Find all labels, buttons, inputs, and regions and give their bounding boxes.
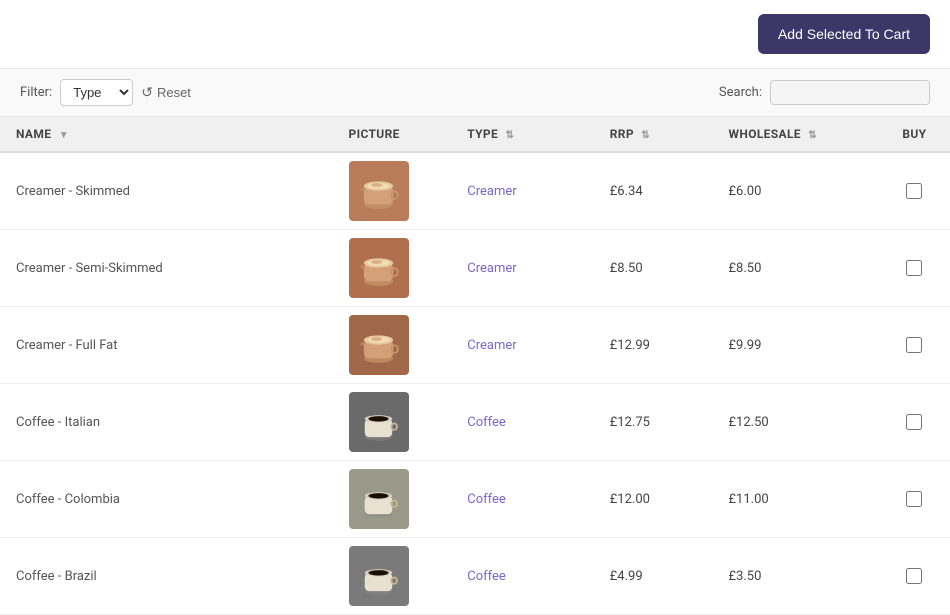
search-label: Search: [719,85,762,100]
table-row: Coffee - Italian Coffee £12.75 £12.50 [0,384,950,461]
product-image [349,469,409,529]
product-rrp: £8.50 [610,261,643,276]
sort-name-icon: ▼ [59,130,69,141]
product-name: Creamer - Full Fat [16,338,118,353]
buy-checkbox[interactable] [906,337,922,353]
table-row: Creamer - Semi-Skimmed Creamer £8.50 £8.50 [0,230,950,307]
col-header-name[interactable]: NAME ▼ [0,117,333,152]
product-rrp: £12.00 [610,492,650,507]
col-header-type[interactable]: TYPE ⇅ [451,117,594,152]
top-bar: Add Selected To Cart [0,0,950,69]
product-name: Coffee - Brazil [16,569,97,584]
table-row: Creamer - Full Fat Creamer £12.99 £9.99 [0,307,950,384]
filter-label: Filter: [20,85,52,100]
add-to-cart-button[interactable]: Add Selected To Cart [758,14,930,54]
product-wholesale: £8.50 [729,261,762,276]
sort-rrp-icon: ⇅ [641,130,650,141]
table-header: NAME ▼ PICTURE TYPE ⇅ RRP ⇅ WHOLESALE ⇅ … [0,117,950,152]
table-row: Creamer - Skimmed Creamer £6.34 £6.00 [0,152,950,230]
product-type: Creamer [467,184,516,199]
product-type: Creamer [467,261,516,276]
product-image [349,161,409,221]
products-table: NAME ▼ PICTURE TYPE ⇅ RRP ⇅ WHOLESALE ⇅ … [0,117,950,615]
buy-checkbox[interactable] [906,491,922,507]
table-row: Coffee - Brazil Coffee £4.99 £3.50 [0,538,950,615]
col-header-wholesale[interactable]: WHOLESALE ⇅ [713,117,879,152]
buy-checkbox[interactable] [906,183,922,199]
product-type: Coffee [467,415,506,430]
product-name: Coffee - Italian [16,415,100,430]
product-wholesale: £9.99 [729,338,762,353]
filter-right: Search: [719,80,930,105]
product-wholesale: £6.00 [729,184,762,199]
buy-checkbox[interactable] [906,260,922,276]
filter-bar: Filter: Type Name Price ↺ Reset Search: [0,69,950,117]
sort-wholesale-icon: ⇅ [808,130,817,141]
product-name: Creamer - Skimmed [16,184,130,199]
product-name: Coffee - Colombia [16,492,120,507]
product-image [349,546,409,606]
reset-button[interactable]: ↺ Reset [141,84,191,101]
reset-label: Reset [157,85,191,100]
product-image [349,238,409,298]
product-wholesale: £12.50 [729,415,769,430]
buy-checkbox[interactable] [906,568,922,584]
product-type: Coffee [467,569,506,584]
filter-left: Filter: Type Name Price ↺ Reset [20,79,191,106]
col-header-rrp[interactable]: RRP ⇅ [594,117,713,152]
buy-checkbox[interactable] [906,414,922,430]
product-type: Creamer [467,338,516,353]
filter-type-select[interactable]: Type Name Price [60,79,133,106]
product-wholesale: £11.00 [729,492,769,507]
reset-icon: ↺ [141,84,153,101]
product-type: Coffee [467,492,506,507]
table-body: Creamer - Skimmed Creamer£6.34£6.00Cream… [0,152,950,615]
product-rrp: £4.99 [610,569,643,584]
col-header-picture: PICTURE [333,117,452,152]
product-rrp: £12.99 [610,338,650,353]
product-name: Creamer - Semi-Skimmed [16,261,163,276]
product-image [349,392,409,452]
sort-type-icon: ⇅ [505,130,514,141]
product-image [349,315,409,375]
product-rrp: £6.34 [610,184,643,199]
table-row: Coffee - Colombia Coffee £12.00 £11.00 [0,461,950,538]
col-header-buy: BUY [879,117,950,152]
search-input[interactable] [770,80,930,105]
product-rrp: £12.75 [610,415,650,430]
product-wholesale: £3.50 [729,569,762,584]
